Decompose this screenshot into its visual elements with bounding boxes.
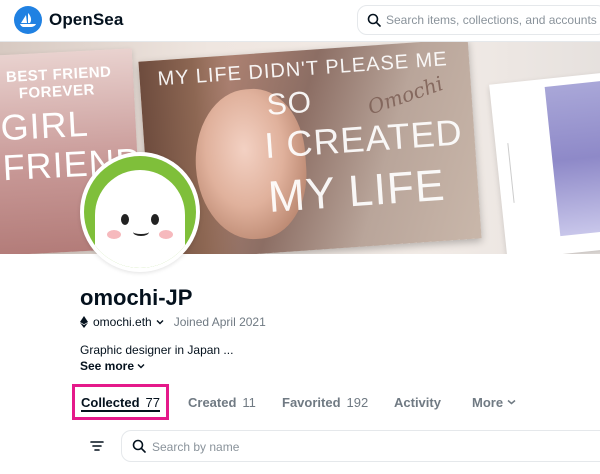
tab-count: 77 — [145, 394, 160, 410]
eye — [151, 214, 159, 225]
tab-count: 11 — [242, 394, 256, 410]
joined-date: Joined April 2021 — [173, 315, 266, 329]
chevron-down-icon — [137, 364, 145, 369]
profile-bio: Graphic designer in Japan ... — [80, 343, 234, 357]
cheek — [159, 230, 173, 239]
tab-label: Favorited — [282, 394, 341, 410]
chevron-down-icon — [507, 399, 516, 405]
cheek — [107, 230, 121, 239]
tab-label: Collected — [81, 394, 140, 410]
banner-text: GIRL — [0, 102, 90, 149]
top-nav: OpenSea — [0, 0, 600, 42]
filter-toggle-button[interactable] — [85, 434, 109, 458]
ethereum-icon — [80, 316, 88, 328]
tab-count: 192 — [346, 394, 369, 410]
profile-meta: omochi.eth Joined April 2021 — [80, 314, 266, 330]
banner-decoration — [507, 140, 544, 203]
filter-icon — [90, 441, 104, 451]
tab-more[interactable]: More — [472, 384, 516, 420]
search-icon — [367, 13, 381, 27]
tab-created[interactable]: Created 11 — [188, 384, 256, 420]
banner-text: SO — [265, 85, 314, 122]
search-icon — [132, 439, 146, 453]
tab-activity[interactable]: Activity — [394, 384, 441, 420]
see-more-button[interactable]: See more — [80, 359, 145, 373]
see-more-label: See more — [80, 359, 135, 373]
global-search-input[interactable] — [386, 11, 600, 29]
brand-name[interactable]: OpenSea — [49, 10, 123, 30]
search-by-name-input[interactable] — [152, 438, 452, 456]
banner-artwork-right — [489, 72, 600, 254]
mochi-character-icon — [95, 170, 185, 268]
banner-portrait-purple — [544, 79, 600, 237]
opensea-logo-icon[interactable] — [14, 6, 42, 34]
tab-label: More — [472, 394, 504, 410]
tab-label: Created — [188, 394, 237, 410]
global-search[interactable] — [357, 5, 600, 35]
search-by-name[interactable] — [121, 430, 600, 462]
tab-favorited[interactable]: Favorited 192 — [282, 384, 368, 420]
eye — [121, 214, 129, 225]
banner-signature: Omochi — [364, 71, 447, 120]
tab-collected[interactable]: Collected 77 — [72, 384, 169, 420]
avatar[interactable] — [80, 152, 200, 272]
ens-name[interactable]: omochi.eth — [93, 315, 152, 329]
banner-text: FOREVER — [18, 81, 96, 103]
profile-username: omochi-JP — [80, 285, 193, 310]
avatar-image — [84, 156, 196, 268]
tab-label: Activity — [394, 394, 441, 410]
chevron-down-icon[interactable] — [156, 319, 164, 325]
mouth — [133, 228, 149, 236]
